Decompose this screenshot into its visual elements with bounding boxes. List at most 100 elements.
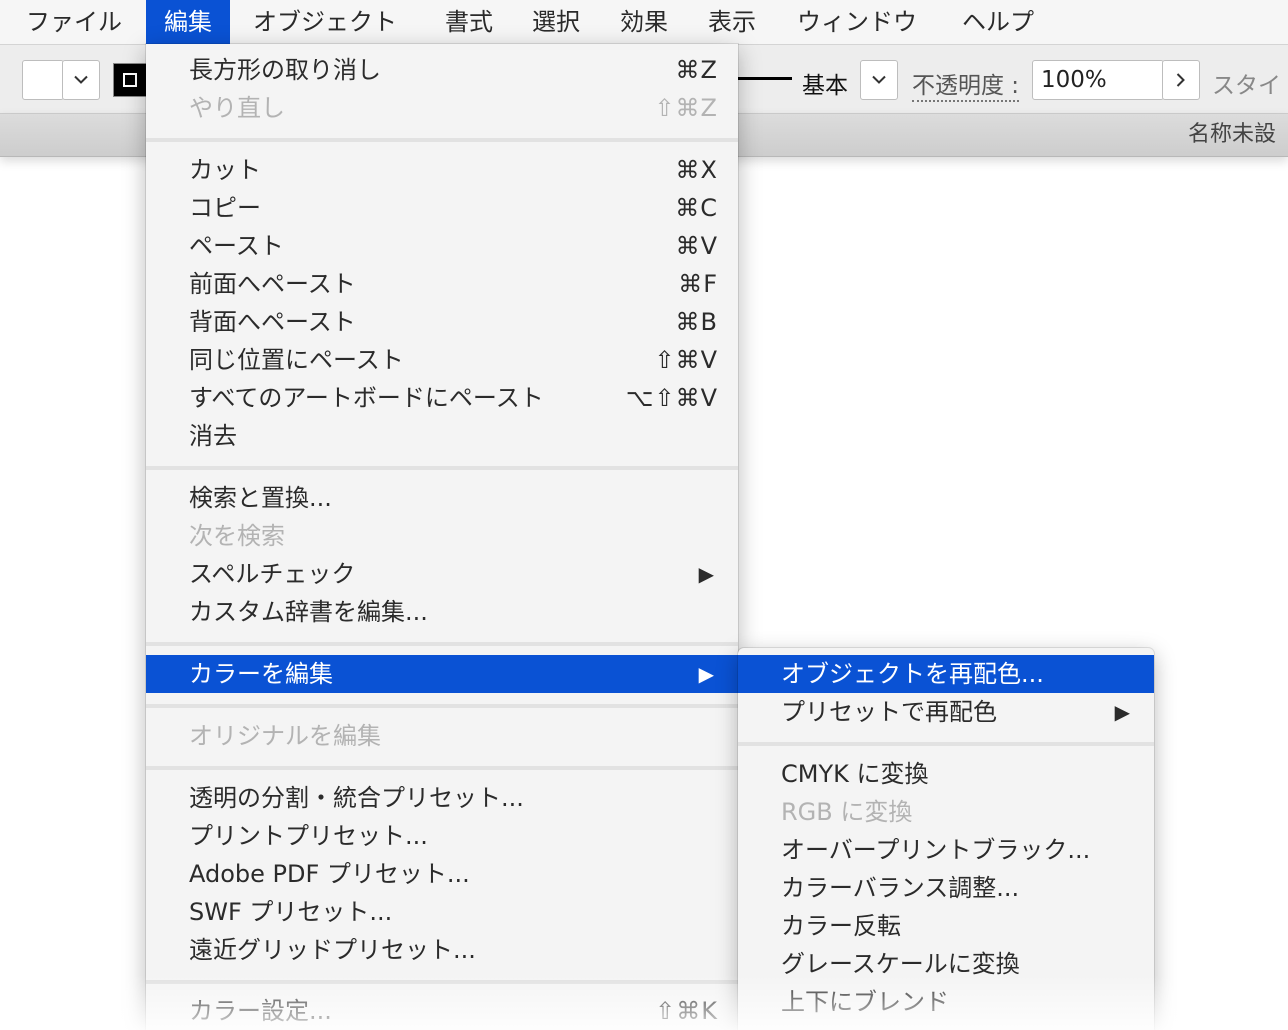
menu-item-shortcut: ⌘Z [675,56,718,84]
menu-item-convert-to-cmyk[interactable]: CMYK に変換 [738,755,1154,793]
menu-item-overprint-black[interactable]: オーバープリントブラック... [738,831,1154,869]
document-tab-title[interactable]: 名称未設 [1188,114,1276,156]
menu-separator [146,704,738,708]
menu-item-perspective-grid-presets[interactable]: 遠近グリッドプリセット... [146,931,738,969]
menu-item-convert-to-grayscale[interactable]: グレースケールに変換 [738,945,1154,983]
menu-item-spell-check[interactable]: スペルチェック ▶ [146,555,738,593]
menu-separator [146,138,738,142]
menu-item-label: 同じ位置にペースト [189,346,404,374]
menu-item-print-presets[interactable]: プリントプリセット... [146,817,738,855]
menu-select[interactable]: 選択 [532,0,580,44]
menu-item-label: ペースト [189,232,284,260]
stroke-profile-preview [738,77,792,80]
menu-item-label: 上下にブレンド [781,988,949,1016]
menu-item-label: Adobe PDF プリセット... [189,860,470,888]
menu-item-paste-in-place[interactable]: 同じ位置にペースト ⇧⌘V [146,341,738,379]
menu-item-label: プリントプリセット... [189,822,428,850]
menu-item-recolor-artwork[interactable]: オブジェクトを再配色... [738,655,1154,693]
menu-item-label: 前面へペースト [189,270,356,298]
menu-item-edit-custom-dictionary[interactable]: カスタム辞書を編集... [146,593,738,631]
menu-item-cut[interactable]: カット ⌘X [146,151,738,189]
menu-separator [738,742,1154,746]
fill-dropdown-chevron[interactable] [62,60,100,100]
menu-item-label: やり直し [189,94,285,122]
menu-view[interactable]: 表示 [708,0,756,44]
edit-menu: 長方形の取り消し ⌘Z やり直し ⇧⌘Z カット ⌘X コピー ⌘C ペースト … [146,44,738,1030]
opacity-value: 100% [1041,67,1107,93]
menu-separator [146,466,738,470]
menu-item-label: カット [189,156,261,184]
menu-item-label: プリセットで再配色 [781,698,997,726]
menu-type[interactable]: 書式 [445,0,493,44]
menu-item-label: 長方形の取り消し [189,56,381,84]
menu-separator [146,766,738,770]
submenu-arrow-icon: ▶ [1114,700,1130,724]
menu-item-paste-in-front[interactable]: 前面へペースト ⌘F [146,265,738,303]
menu-item-transparency-flattener-presets[interactable]: 透明の分割・統合プリセット... [146,779,738,817]
menu-item-undo-rectangle[interactable]: 長方形の取り消し ⌘Z [146,51,738,89]
chevron-down-icon [872,75,886,84]
menu-item-edit-colors[interactable]: カラーを編集 ▶ [146,655,738,693]
menu-item-shortcut: ⌘V [675,232,718,260]
menu-item-convert-to-rgb: RGB に変換 [738,793,1154,831]
submenu-arrow-icon: ▶ [698,562,714,586]
menu-item-find-replace[interactable]: 検索と置換... [146,479,738,517]
menu-item-label: コピー [189,194,261,222]
opacity-stepper[interactable] [1162,60,1200,100]
menu-item-label: オブジェクトを再配色... [781,660,1044,688]
menu-item-redo: やり直し ⇧⌘Z [146,89,738,127]
menu-item-blend-vertically[interactable]: 上下にブレンド [738,983,1154,1021]
menu-item-shortcut: ⌘X [675,156,718,184]
menu-item-shortcut: ⇧⌘K [655,997,718,1025]
menu-item-adobe-pdf-presets[interactable]: Adobe PDF プリセット... [146,855,738,893]
menu-item-label: 消去 [189,422,237,450]
menu-separator [146,642,738,646]
menu-item-label: カラーを編集 [189,660,333,688]
edit-colors-submenu: オブジェクトを再配色... プリセットで再配色 ▶ CMYK に変換 RGB に… [738,648,1154,1030]
menu-item-shortcut: ⌘B [675,308,718,336]
menu-item-paste[interactable]: ペースト ⌘V [146,227,738,265]
menu-object[interactable]: オブジェクト [253,0,397,44]
menu-item-copy[interactable]: コピー ⌘C [146,189,738,227]
fill-dropdown[interactable] [22,60,64,100]
menu-item-label: 遠近グリッドプリセット... [189,936,476,964]
menu-help[interactable]: ヘルプ [962,0,1034,44]
menu-item-label: カラー設定... [189,997,332,1025]
menu-item-label: 検索と置換... [189,484,332,512]
style-label: スタイ [1212,73,1281,99]
menu-item-label: 背面へペースト [189,308,356,336]
menu-item-paste-in-back[interactable]: 背面へペースト ⌘B [146,303,738,341]
submenu-arrow-icon: ▶ [698,662,714,686]
menu-item-label: オーバープリントブラック... [781,836,1091,864]
opacity-input[interactable]: 100% [1032,60,1164,100]
menu-item-label: オリジナルを編集 [189,722,381,750]
menu-item-shortcut: ⇧⌘V [654,346,718,374]
opacity-label[interactable]: 不透明度 : [912,66,1020,102]
menu-item-label: グレースケールに変換 [781,950,1020,978]
menu-item-invert-colors[interactable]: カラー反転 [738,907,1154,945]
menu-item-label: スペルチェック [189,560,356,588]
menu-item-label: RGB に変換 [781,798,913,826]
chevron-right-icon [1176,73,1185,87]
menu-item-paste-on-all-artboards[interactable]: すべてのアートボードにペースト ⌥⇧⌘V [146,379,738,417]
menu-item-label: カラーバランス調整... [781,874,1020,902]
menu-effect[interactable]: 効果 [620,0,668,44]
menu-edit[interactable]: 編集 [146,0,230,44]
menu-separator [146,980,738,984]
menu-item-shortcut: ⌘C [675,194,718,222]
menu-item-color-settings[interactable]: カラー設定... ⇧⌘K [146,992,738,1030]
menu-item-shortcut: ⌘F [678,270,718,298]
menu-item-edit-original: オリジナルを編集 [146,717,738,755]
chevron-down-icon [74,75,88,84]
menu-item-adjust-color-balance[interactable]: カラーバランス調整... [738,869,1154,907]
menu-window[interactable]: ウィンドウ [797,0,917,44]
menu-file[interactable]: ファイル [26,0,122,44]
menu-item-label: カラー反転 [781,912,901,940]
menu-item-swf-presets[interactable]: SWF プリセット... [146,893,738,931]
stroke-swatch[interactable] [113,63,147,97]
stroke-profile-label: 基本 [802,73,848,99]
menu-item-clear[interactable]: 消去 [146,417,738,455]
menu-item-recolor-with-preset[interactable]: プリセットで再配色 ▶ [738,693,1154,731]
menu-item-label: すべてのアートボードにペースト [189,384,544,412]
stroke-profile-dropdown[interactable] [860,60,898,100]
